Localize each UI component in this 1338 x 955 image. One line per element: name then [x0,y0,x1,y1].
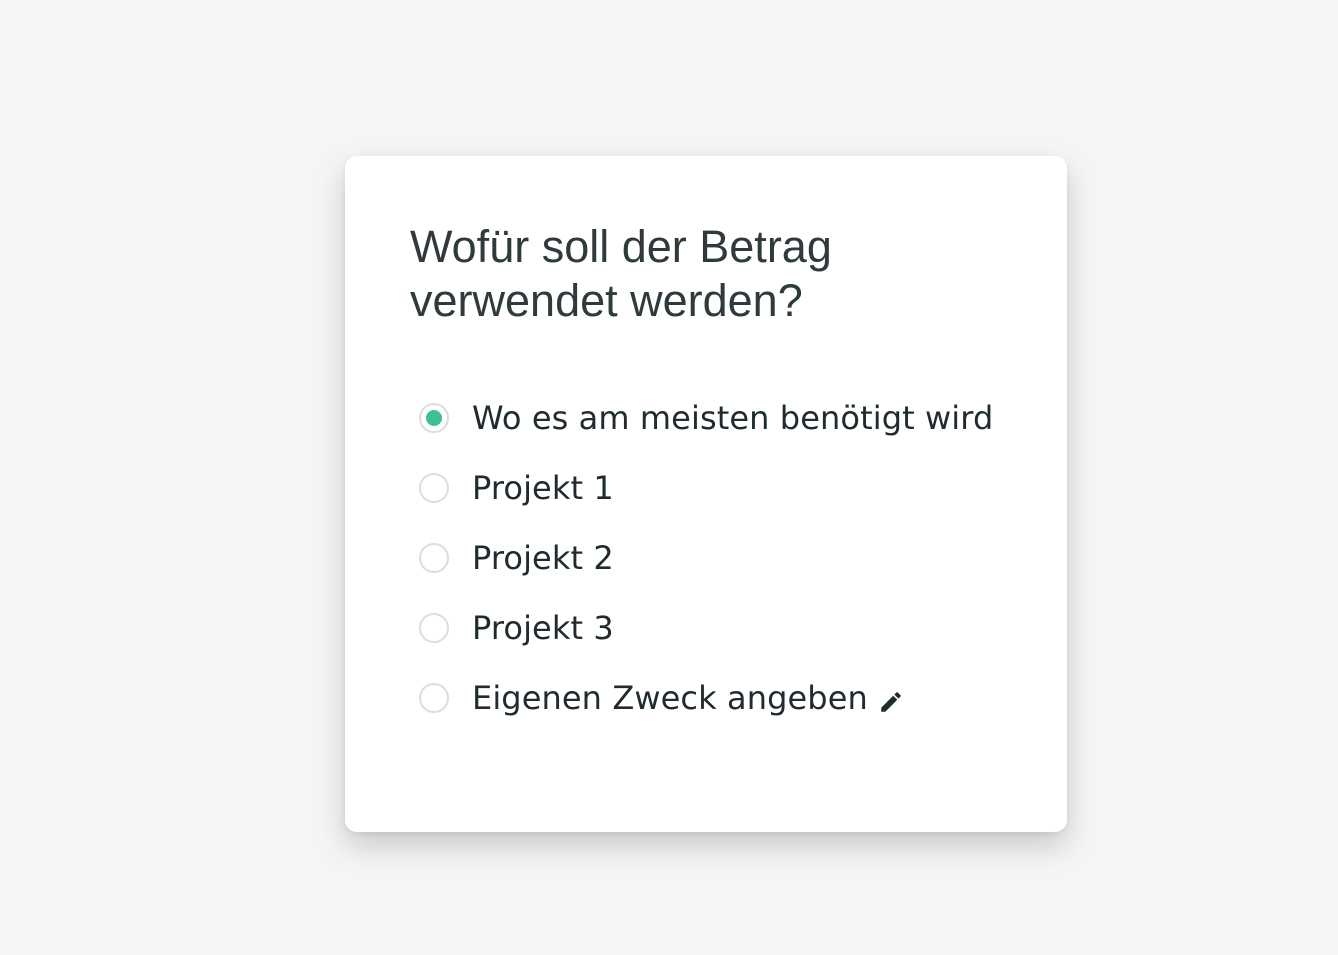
radio-button[interactable] [419,683,449,713]
option-label: Projekt 3 [472,609,614,647]
option-projekt-3[interactable]: Projekt 3 [419,593,993,663]
pencil-icon [878,685,904,712]
option-projekt-2[interactable]: Projekt 2 [419,523,993,593]
option-label: Projekt 1 [472,469,614,507]
option-most-needed[interactable]: Wo es am meisten benötigt wird [419,383,993,453]
radio-button-selected[interactable] [419,403,449,433]
radio-button[interactable] [419,473,449,503]
option-label: Projekt 2 [472,539,614,577]
purpose-card: Wofür soll der Betrag verwendet werden? … [345,156,1067,832]
option-custom-purpose[interactable]: Eigenen Zweck angeben [419,663,993,733]
option-label-wrapper: Eigenen Zweck angeben [472,679,904,717]
option-projekt-1[interactable]: Projekt 1 [419,453,993,523]
purpose-radio-group: Wo es am meisten benötigt wird Projekt 1… [419,383,993,733]
option-label: Wo es am meisten benötigt wird [472,399,994,437]
radio-button[interactable] [419,613,449,643]
radio-button[interactable] [419,543,449,573]
option-label: Eigenen Zweck angeben [472,679,868,717]
question-title: Wofür soll der Betrag verwendet werden? [410,221,832,326]
